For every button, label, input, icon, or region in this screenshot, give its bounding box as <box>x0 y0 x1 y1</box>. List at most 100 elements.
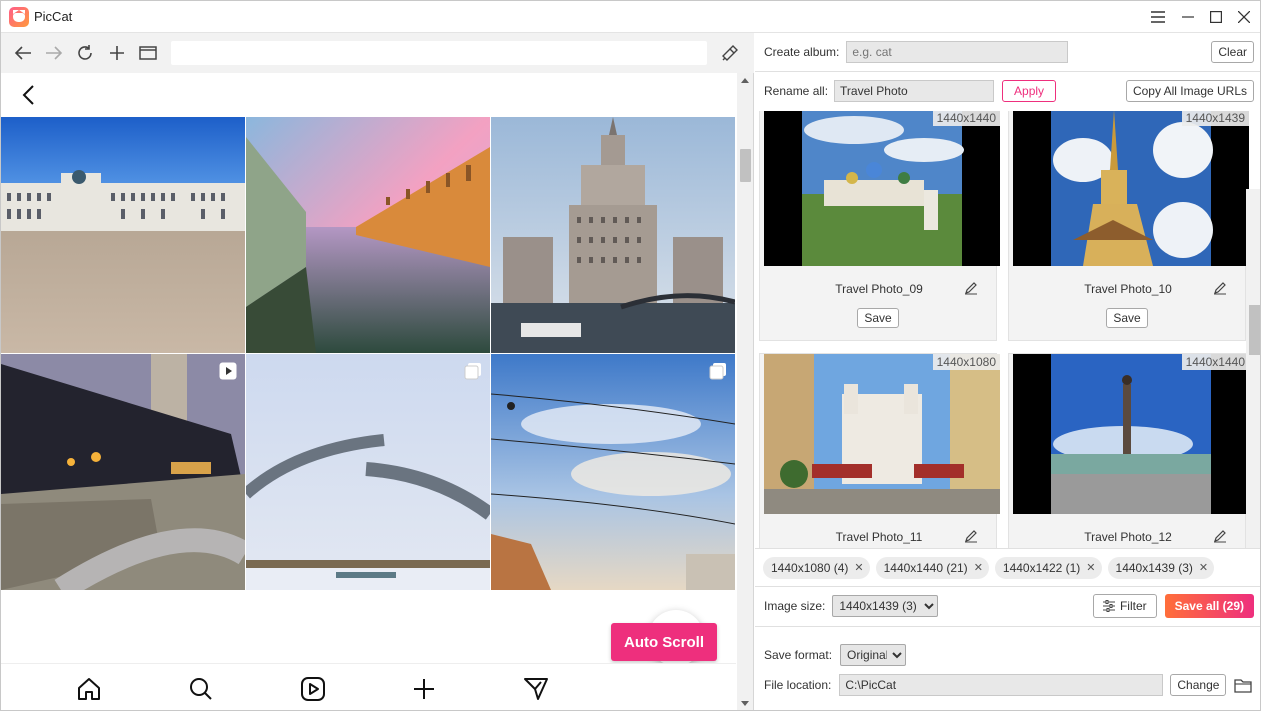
card-filename: Travel Photo_12 <box>1084 530 1172 544</box>
piccat-panel: Create album: Clear Rename all: Apply Co… <box>755 33 1260 710</box>
image-card: 1440x1439 Travel Photo_10 Save <box>1008 111 1249 341</box>
piccat-logo-icon <box>9 7 29 27</box>
clear-cache-broom-icon[interactable] <box>718 41 742 65</box>
copy-all-urls-button[interactable]: Copy All Image URLs <box>1125 80 1254 102</box>
change-location-button[interactable]: Change <box>1170 674 1227 696</box>
grid-tile-6[interactable] <box>491 354 735 590</box>
reels-icon[interactable] <box>300 676 326 702</box>
grid-tile-3[interactable] <box>491 117 735 353</box>
size-chip[interactable]: 1440x1422 (1) ✕ <box>994 556 1102 579</box>
divider <box>755 586 1260 587</box>
scroll-down-arrow-icon[interactable] <box>741 701 749 706</box>
back-icon[interactable] <box>11 41 35 65</box>
card-thumbnail[interactable]: 1440x1080 <box>764 354 1000 514</box>
scroll-up-arrow-icon[interactable] <box>741 78 749 83</box>
auto-scroll-button[interactable]: Auto Scroll <box>611 623 717 661</box>
grid-tile-2[interactable] <box>246 117 490 353</box>
scrollbar-thumb[interactable] <box>1249 305 1260 355</box>
divider <box>755 71 1260 72</box>
grid-tile-1[interactable] <box>1 117 245 353</box>
card-filename: Travel Photo_09 <box>835 282 923 296</box>
size-chip[interactable]: 1440x1439 (3) ✕ <box>1107 556 1215 579</box>
card-thumbnail[interactable]: 1440x1439 <box>1013 111 1249 266</box>
minimize-icon[interactable] <box>1174 1 1202 33</box>
filter-button[interactable]: Filter <box>1092 594 1157 618</box>
edit-pencil-icon[interactable] <box>1213 529 1227 543</box>
divider <box>755 626 1260 627</box>
album-name-input[interactable] <box>846 41 1069 63</box>
dimension-badge: 1440x1440 <box>932 111 1000 126</box>
reload-icon[interactable] <box>73 41 97 65</box>
new-tab-icon[interactable] <box>105 41 129 65</box>
menu-icon[interactable] <box>1144 1 1172 33</box>
dimension-badge: 1440x1440 <box>1181 354 1249 370</box>
web-content: Auto Scroll <box>1 73 736 710</box>
create-icon[interactable] <box>411 676 437 702</box>
size-chip[interactable]: 1440x1080 (4) ✕ <box>763 556 870 579</box>
file-location-input[interactable] <box>839 674 1164 696</box>
grid-tile-4[interactable] <box>1 354 245 590</box>
image-size-select[interactable]: 1440x1439 (3) <box>832 595 939 617</box>
edit-pencil-icon[interactable] <box>964 529 978 543</box>
chip-label: 1440x1440 (21) <box>883 560 968 575</box>
carousel-badge-icon <box>709 362 727 380</box>
card-filename: Travel Photo_10 <box>1084 282 1172 296</box>
save-format-label: Save format: <box>764 648 833 662</box>
forward-icon[interactable] <box>42 41 66 65</box>
url-input[interactable] <box>171 41 707 65</box>
page-header <box>1 73 736 117</box>
browser-scrollbar[interactable] <box>737 73 753 710</box>
image-card: 1440x1440 Travel Photo_09 Save <box>759 111 1000 341</box>
dimension-badge: 1440x1439 <box>1181 111 1249 126</box>
card-thumbnail[interactable]: 1440x1440 <box>1013 354 1249 514</box>
apply-button[interactable]: Apply <box>1002 80 1057 102</box>
maximize-icon[interactable] <box>1202 1 1230 33</box>
card-filename: Travel Photo_11 <box>835 530 923 544</box>
back-arrow-icon[interactable] <box>17 83 41 107</box>
chip-remove-icon[interactable]: ✕ <box>1199 561 1208 574</box>
clear-button[interactable]: Clear <box>1211 41 1254 63</box>
rename-label: Rename all: <box>764 84 829 98</box>
image-size-label: Image size: <box>764 599 826 613</box>
save-format-row: Save format: Original <box>755 644 1260 666</box>
chip-remove-icon[interactable]: ✕ <box>974 561 983 574</box>
album-row: Create album: Clear <box>755 41 1260 63</box>
chip-label: 1440x1422 (1) <box>1002 560 1081 575</box>
bottom-nav <box>1 663 736 710</box>
chip-label: 1440x1439 (3) <box>1115 560 1193 575</box>
edit-pencil-icon[interactable] <box>964 281 978 295</box>
browser-toolbar <box>1 33 754 73</box>
rename-row: Rename all: Apply Copy All Image URLs <box>755 80 1260 102</box>
card-thumbnail[interactable]: 1440x1440 <box>764 111 1000 266</box>
album-label: Create album: <box>764 45 840 59</box>
file-location-row: File location: Change <box>755 674 1260 696</box>
card-list-scrollbar[interactable] <box>1246 189 1260 548</box>
folder-icon[interactable] <box>1234 678 1253 693</box>
chip-label: 1440x1080 (4) <box>771 560 849 575</box>
save-all-button[interactable]: Save all (29) <box>1164 594 1254 618</box>
size-filter-chips: 1440x1080 (4) ✕ 1440x1440 (21) ✕ 1440x1422… <box>755 548 1260 586</box>
image-card: 1440x1080 Travel Photo_11 <box>759 353 1000 548</box>
home-icon[interactable] <box>76 676 102 702</box>
filter-label: Filter <box>1119 599 1147 613</box>
direct-messages-icon[interactable] <box>523 676 549 702</box>
image-card-list: 1440x1440 Travel Photo_09 Save 1440x1439… <box>755 111 1260 548</box>
close-icon[interactable] <box>1230 1 1258 33</box>
rename-input[interactable] <box>834 80 995 102</box>
app-title: PicCat <box>34 9 73 24</box>
grid-tile-5[interactable] <box>246 354 490 590</box>
window-icon[interactable] <box>136 41 160 65</box>
search-icon[interactable] <box>188 676 214 702</box>
save-button[interactable]: Save <box>857 308 899 328</box>
chip-remove-icon[interactable]: ✕ <box>854 561 863 574</box>
image-card: 1440x1440 Travel Photo_12 <box>1008 353 1249 548</box>
save-button[interactable]: Save <box>1106 308 1148 328</box>
chip-remove-icon[interactable]: ✕ <box>1086 561 1095 574</box>
save-format-select[interactable]: Original <box>840 644 907 666</box>
file-location-label: File location: <box>764 678 832 692</box>
size-chip[interactable]: 1440x1440 (21) ✕ <box>875 556 989 579</box>
edit-pencil-icon[interactable] <box>1213 281 1227 295</box>
browser-pane: Auto Scroll <box>1 33 754 710</box>
scrollbar-thumb[interactable] <box>740 149 751 182</box>
dimension-badge: 1440x1080 <box>932 354 1000 370</box>
